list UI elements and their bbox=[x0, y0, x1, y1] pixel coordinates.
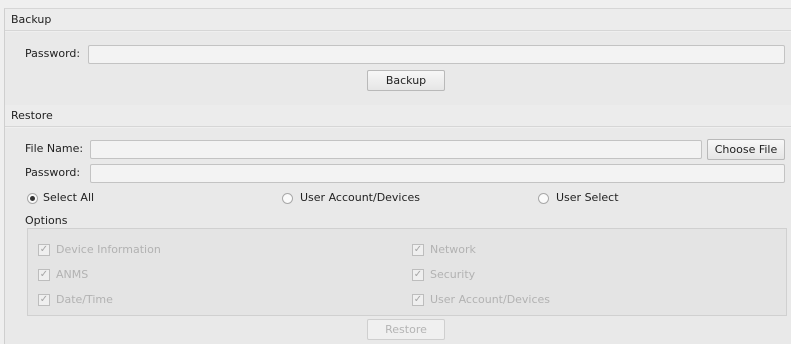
option-network-label: Network bbox=[430, 243, 476, 256]
radio-user-account-devices[interactable] bbox=[282, 193, 293, 204]
radio-select-all-label: Select All bbox=[43, 191, 95, 204]
backup-password-label: Password: bbox=[25, 47, 81, 60]
option-user-account-devices-checkbox[interactable]: ✓ bbox=[412, 294, 424, 306]
option-network-checkbox[interactable]: ✓ bbox=[412, 244, 424, 256]
restore-section-header: Restore bbox=[5, 105, 791, 127]
file-name-input[interactable] bbox=[90, 140, 702, 159]
option-security-checkbox[interactable]: ✓ bbox=[412, 269, 424, 281]
backup-button[interactable]: Backup bbox=[367, 70, 445, 91]
option-date-time-checkbox[interactable]: ✓ bbox=[38, 294, 50, 306]
radio-user-select-label: User Select bbox=[556, 191, 619, 204]
restore-button[interactable]: Restore bbox=[367, 319, 445, 340]
restore-section-title: Restore bbox=[11, 109, 53, 122]
file-name-label: File Name: bbox=[25, 142, 84, 155]
radio-select-all[interactable] bbox=[27, 193, 38, 204]
option-anms-checkbox[interactable]: ✓ bbox=[38, 269, 50, 281]
backup-section-header: Backup bbox=[5, 9, 791, 31]
option-security-label: Security bbox=[430, 268, 476, 281]
backup-section-title: Backup bbox=[11, 13, 52, 26]
radio-user-account-devices-label: User Account/Devices bbox=[300, 191, 421, 204]
option-device-information-checkbox[interactable]: ✓ bbox=[38, 244, 50, 256]
radio-user-select[interactable] bbox=[538, 193, 549, 204]
option-device-information-label: Device Information bbox=[56, 243, 161, 256]
option-anms-label: ANMS bbox=[56, 268, 89, 281]
options-title: Options bbox=[25, 214, 68, 227]
options-group: ✓ Device Information ✓ Network ✓ ANMS ✓ … bbox=[27, 228, 787, 316]
choose-file-button[interactable]: Choose File bbox=[707, 139, 785, 160]
backup-section-body: Password: Backup bbox=[5, 32, 791, 105]
restore-password-label: Password: bbox=[25, 166, 81, 179]
backup-restore-panel: Backup Password: Backup Restore File Nam… bbox=[4, 8, 791, 344]
backup-password-input[interactable] bbox=[88, 45, 785, 64]
option-date-time-label: Date/Time bbox=[56, 293, 113, 306]
option-user-account-devices-label: User Account/Devices bbox=[430, 293, 551, 306]
restore-password-input[interactable] bbox=[90, 164, 785, 183]
